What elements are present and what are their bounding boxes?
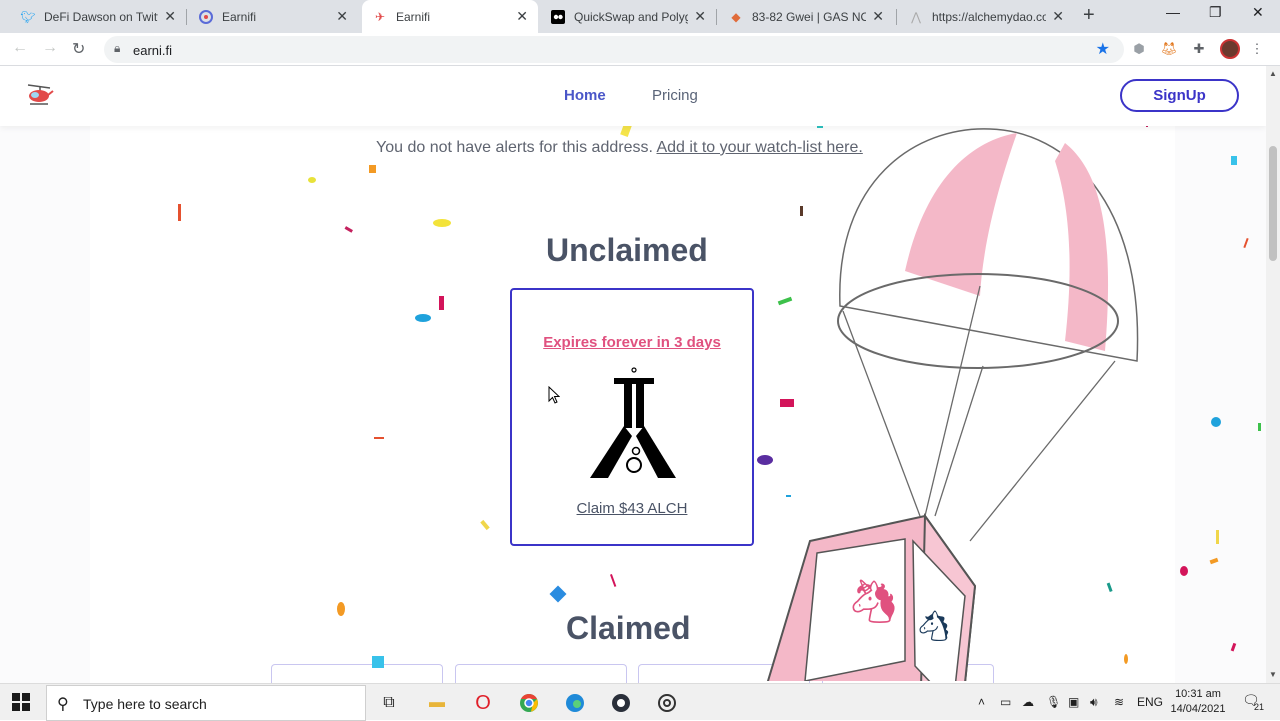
- close-icon[interactable]: ✕: [872, 8, 884, 25]
- alert-prefix-text: You do not have alerts for this address.: [376, 139, 653, 156]
- metamask-fox-icon[interactable]: 🦊︎: [1160, 40, 1178, 58]
- window-close-icon[interactable]: ✕: [1252, 4, 1264, 21]
- url-text[interactable]: earni.fi: [133, 43, 172, 58]
- minimize-icon[interactable]: —: [1166, 4, 1180, 20]
- tray-monitor-icon[interactable]: ▣: [1068, 695, 1079, 709]
- tab-earnifi-1[interactable]: Earnifi ✕: [188, 0, 358, 33]
- claimed-card[interactable]: [271, 664, 443, 683]
- clock-time: 10:31 am: [1175, 688, 1221, 700]
- nav-pricing-link[interactable]: Pricing: [652, 87, 698, 104]
- tab-title: DeFi Dawson on Twitte: [44, 9, 159, 24]
- avatar[interactable]: [1220, 39, 1240, 59]
- notification-count-badge: 21: [1254, 702, 1265, 712]
- back-arrow-icon[interactable]: ←: [12, 39, 28, 57]
- twitter-icon: 🐦︎: [20, 9, 36, 24]
- tab-title: Earnifi: [396, 9, 431, 24]
- tab-title: Earnifi: [222, 9, 257, 24]
- shield-extension-icon[interactable]: ⬢: [1130, 40, 1148, 58]
- file-explorer-icon[interactable]: ▬: [426, 692, 448, 714]
- new-tab-plus-icon[interactable]: +: [1083, 4, 1095, 27]
- tab-title: 83-82 Gwei | GAS NOW: [752, 9, 867, 24]
- tab-gasnow[interactable]: ◆ 83-82 Gwei | GAS NOW ✕: [718, 0, 894, 33]
- claimed-card[interactable]: [455, 664, 627, 683]
- tray-device-icon[interactable]: ▭: [1000, 695, 1011, 709]
- windows-taskbar: ⚲ Type here to search ⧉ ▬ O ˄ ▭ ☁ 🎙︎ ▣ 🔊…: [0, 683, 1280, 721]
- alchemix-icon: [590, 367, 676, 478]
- site-header: Home Pricing SignUp: [0, 66, 1266, 126]
- tab-earnifi-active[interactable]: ✈ Earnifi ✕: [362, 0, 538, 33]
- close-icon[interactable]: ✕: [1052, 8, 1064, 25]
- app-circle-icon[interactable]: [610, 692, 632, 714]
- scroll-down-arrow-icon[interactable]: ▼: [1269, 670, 1277, 679]
- helicopter-icon: ✈: [374, 9, 386, 24]
- svg-text:🐴︎: 🐴︎: [915, 609, 953, 644]
- browser-toolbar: ← → ↻ 🔒︎ earni.fi ★ ⬢ 🦊︎ ✚ ⋮: [0, 33, 1280, 66]
- scroll-up-arrow-icon[interactable]: ▲: [1269, 69, 1277, 78]
- language-indicator[interactable]: ENG: [1137, 695, 1163, 709]
- svg-text:🦄︎: 🦄︎: [847, 577, 900, 626]
- taskbar-clock[interactable]: 10:31 am 14/04/2021: [1170, 687, 1226, 717]
- clock-date: 14/04/2021: [1170, 703, 1226, 715]
- tab-title: https://alchemydao.co: [932, 9, 1047, 24]
- earnifi-icon: [198, 9, 214, 25]
- edge-icon[interactable]: [564, 692, 586, 714]
- ethereum-icon: ◆: [731, 9, 741, 24]
- search-icon: ⚲: [57, 696, 69, 713]
- menu-kebab-icon[interactable]: ⋮: [1248, 40, 1266, 58]
- opera-icon[interactable]: O: [472, 692, 494, 714]
- browser-tab-bar: 🐦︎ DeFi Dawson on Twitte ✕ Earnifi ✕ ✈ E…: [0, 0, 1280, 33]
- address-bar[interactable]: 🔒︎ earni.fi ★: [104, 36, 1124, 63]
- claimed-heading: Claimed: [566, 610, 691, 646]
- quickswap-icon: [550, 9, 566, 25]
- settings-app-icon[interactable]: [656, 692, 678, 714]
- alchemy-icon: ⋀: [911, 9, 921, 24]
- nav-home-link[interactable]: Home: [564, 87, 606, 104]
- signup-button[interactable]: SignUp: [1120, 79, 1239, 112]
- mouse-cursor-icon: [548, 386, 560, 404]
- volume-icon[interactable]: 🔊︎: [1090, 695, 1098, 710]
- microphone-icon[interactable]: 🎙︎: [1046, 695, 1061, 709]
- taskbar-search-input[interactable]: ⚲ Type here to search: [46, 685, 366, 721]
- earnifi-helicopter-logo[interactable]: [24, 82, 54, 108]
- close-icon[interactable]: ✕: [516, 8, 528, 25]
- forward-arrow-icon[interactable]: →: [42, 39, 58, 57]
- task-view-icon[interactable]: ⧉: [378, 692, 400, 714]
- tab-twitter[interactable]: 🐦︎ DeFi Dawson on Twitte ✕: [10, 0, 186, 33]
- extensions-puzzle-icon[interactable]: ✚: [1190, 40, 1208, 58]
- close-icon[interactable]: ✕: [694, 8, 706, 25]
- tab-alchemydao[interactable]: ⋀ https://alchemydao.co ✕: [898, 0, 1074, 33]
- unclaimed-airdrop-card[interactable]: Expires forever in 3 days Claim $43 ALCH: [510, 288, 754, 546]
- close-icon[interactable]: ✕: [164, 8, 176, 25]
- close-icon[interactable]: ✕: [336, 8, 348, 25]
- unclaimed-heading: Unclaimed: [546, 232, 708, 268]
- restore-icon[interactable]: ❐: [1209, 4, 1222, 21]
- page-scrollbar[interactable]: ▲ ▼: [1266, 66, 1280, 683]
- scroll-thumb[interactable]: [1269, 146, 1277, 261]
- reload-icon[interactable]: ↻: [72, 39, 85, 59]
- wifi-icon[interactable]: ≋: [1114, 695, 1124, 709]
- search-placeholder: Type here to search: [83, 696, 207, 712]
- tab-quickswap[interactable]: QuickSwap and Polygo ✕: [540, 0, 716, 33]
- chrome-icon[interactable]: [518, 692, 540, 714]
- page-viewport: 🦄︎ 🐴︎ Home Pricing SignUp You do not hav…: [0, 66, 1266, 683]
- lock-icon: 🔒︎: [114, 41, 121, 55]
- tray-chevron-up-icon[interactable]: ˄: [978, 695, 985, 709]
- tab-title: QuickSwap and Polygo: [574, 9, 689, 24]
- onedrive-cloud-icon[interactable]: ☁: [1022, 695, 1034, 709]
- claim-link[interactable]: Claim $43 ALCH: [512, 500, 752, 517]
- expires-link[interactable]: Expires forever in 3 days: [512, 334, 752, 351]
- airdrop-parachute-illustration: 🦄︎ 🐴︎: [766, 128, 1139, 681]
- bookmark-star-icon[interactable]: ★: [1096, 39, 1110, 59]
- windows-start-icon[interactable]: [12, 693, 30, 711]
